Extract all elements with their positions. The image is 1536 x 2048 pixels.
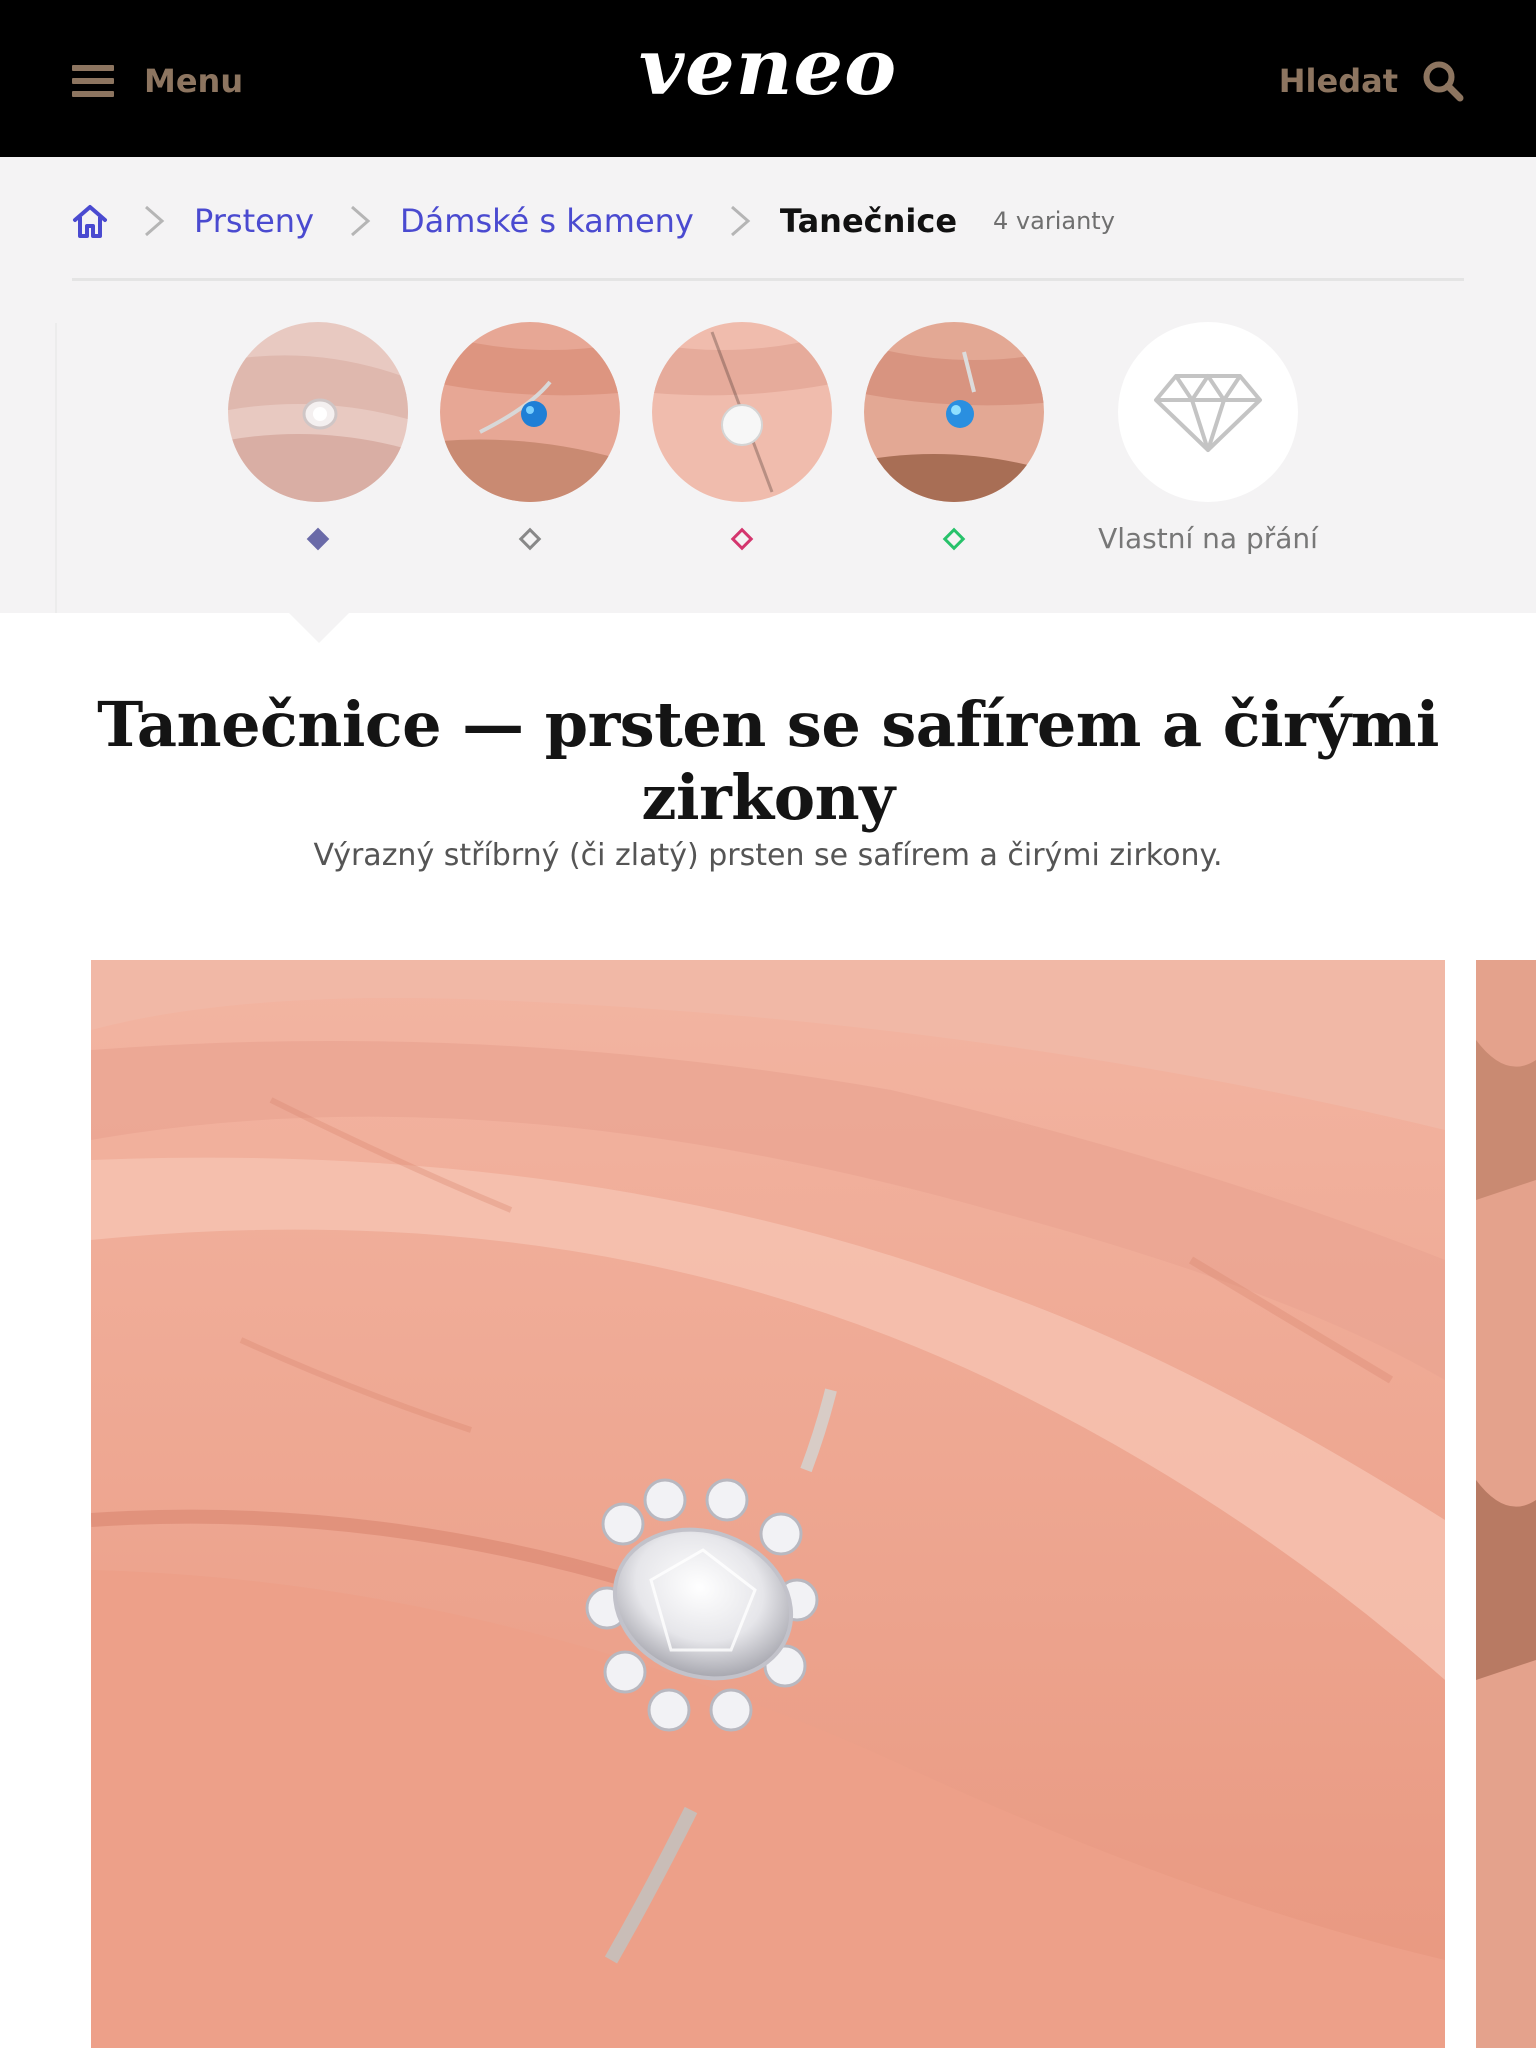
search-button[interactable]: Hledat [1279, 60, 1464, 102]
home-icon[interactable] [72, 203, 108, 239]
product-title: Tanečnice — prsten se safírem a čirými z… [97, 688, 1439, 834]
variant-thumb-1[interactable] [228, 322, 408, 502]
product-photo[interactable] [91, 960, 1445, 2048]
search-label: Hledat [1278, 62, 1398, 100]
custom-variant-button[interactable] [1118, 322, 1298, 502]
breadcrumb-prsteny[interactable]: Prsteny [194, 202, 314, 240]
top-bar: Menu veneo Hledat [0, 0, 1536, 157]
diamond-icon [1154, 374, 1262, 452]
ring-photo [228, 322, 408, 502]
variant-count: 4 varianty [993, 207, 1115, 235]
custom-variant-label[interactable]: Vlastní na přání [1058, 522, 1358, 555]
chevron-right-icon [730, 205, 751, 237]
chevron-right-icon [145, 205, 165, 237]
search-icon [1423, 61, 1464, 102]
variant-thumb-4[interactable] [864, 322, 1044, 502]
active-variant-pointer [289, 613, 349, 643]
ring-photo [652, 322, 832, 502]
ring-photo [440, 322, 620, 502]
chevron-right-icon [351, 205, 371, 237]
product-description: Výrazný stříbrný (či zlatý) prsten se sa… [313, 838, 1223, 873]
variant-thumb-2[interactable] [440, 322, 620, 502]
ring-photo [1476, 960, 1536, 2048]
breadcrumb-damske-s-kameny[interactable]: Dámské s kameny [400, 202, 694, 240]
band-divider [55, 323, 57, 613]
ring-on-hand-photo [91, 960, 1445, 2048]
breadcrumb-divider [72, 278, 1464, 281]
variant-thumb-3[interactable] [652, 322, 832, 502]
breadcrumb: Prsteny Dámské s kameny Tanečnice 4 vari… [72, 196, 1115, 246]
next-photo-preview[interactable] [1476, 960, 1536, 2048]
ring-photo [864, 322, 1044, 502]
breadcrumb-current: Tanečnice [779, 202, 958, 240]
